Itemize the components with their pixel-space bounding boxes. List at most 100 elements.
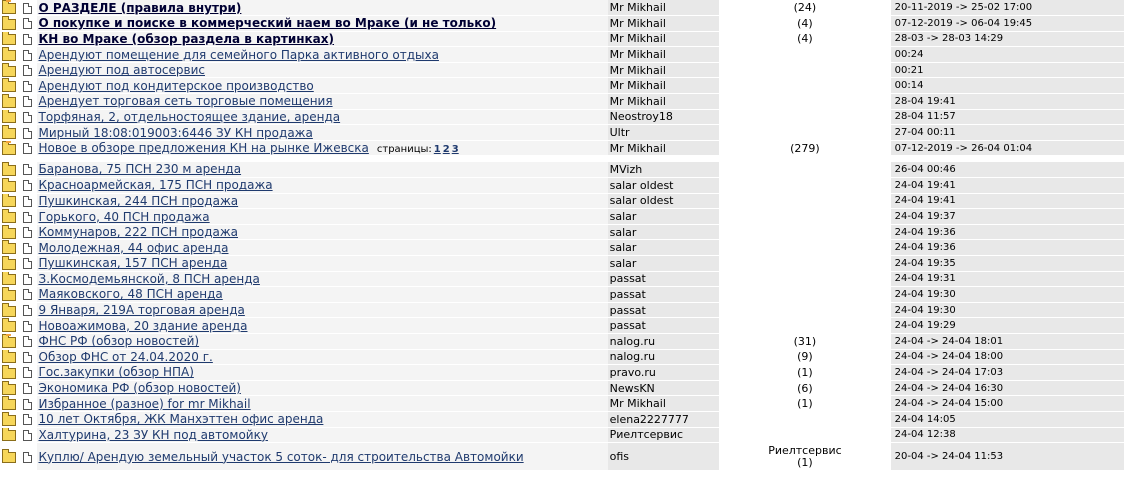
topic-link[interactable]: Арендуют помещение для семейного Парка а… bbox=[39, 48, 439, 62]
page-link[interactable]: 1 bbox=[434, 144, 441, 155]
reply-count-cell: (31) bbox=[719, 333, 891, 350]
topic-link[interactable]: 9 Января, 219А торговая аренда bbox=[39, 303, 245, 317]
topic-link[interactable]: О РАЗДЕЛЕ (правила внутри) bbox=[39, 1, 242, 15]
topic-link[interactable]: Обзор ФНС от 24.04.2020 г. bbox=[39, 350, 213, 364]
title-cell: Куплю/ Арендую земельный участок 5 соток… bbox=[36, 442, 608, 472]
topic-link[interactable]: Маяковского, 48 ПСН аренда bbox=[39, 287, 223, 301]
document-icon[interactable] bbox=[22, 80, 32, 92]
topic-row: Пушкинская, 244 ПСН продажа salar oldest 2… bbox=[0, 193, 1124, 210]
topic-link[interactable]: Халтурина, 23 ЗУ КН под автомойку bbox=[39, 428, 268, 442]
author-cell: salar bbox=[607, 208, 720, 225]
document-icon[interactable] bbox=[22, 273, 32, 285]
document-icon[interactable] bbox=[22, 242, 32, 254]
topic-link[interactable]: Новоажимова, 20 здание аренда bbox=[39, 319, 248, 333]
folder-icon bbox=[2, 349, 17, 364]
title-cell: Пушкинская, 244 ПСН продажа bbox=[36, 193, 608, 210]
document-icon[interactable] bbox=[22, 429, 32, 441]
folder-icon bbox=[2, 286, 17, 301]
topic-link[interactable]: Горького, 40 ПСН продажа bbox=[39, 210, 210, 224]
document-icon[interactable] bbox=[22, 367, 32, 379]
folder-icon bbox=[2, 78, 17, 93]
document-icon[interactable] bbox=[22, 383, 32, 395]
page-link[interactable]: 2 bbox=[443, 144, 450, 155]
document-icon[interactable] bbox=[22, 305, 32, 317]
doc-cell bbox=[18, 395, 37, 412]
document-icon[interactable] bbox=[22, 2, 32, 14]
topic-link[interactable]: Баранова, 75 ПСН 230 м аренда bbox=[39, 162, 242, 176]
reply-count-cell bbox=[719, 224, 891, 241]
title-cell: Халтурина, 23 ЗУ КН под автомойку bbox=[36, 427, 608, 444]
topic-link[interactable]: Молодежная, 44 офис аренда bbox=[39, 241, 229, 255]
topic-link[interactable]: Арендуют под кондитерское производство bbox=[39, 79, 314, 93]
page-link[interactable]: 3 bbox=[452, 144, 459, 155]
document-icon[interactable] bbox=[22, 289, 32, 301]
author-cell: pravo.ru bbox=[607, 364, 720, 381]
topic-link[interactable]: Пушкинская, 244 ПСН продажа bbox=[39, 194, 239, 208]
folder-cell bbox=[0, 442, 19, 472]
document-icon[interactable] bbox=[22, 451, 32, 463]
document-icon[interactable] bbox=[22, 195, 32, 207]
document-icon[interactable] bbox=[22, 65, 32, 77]
title-cell: Торфяная, 2, отдельностоящее здание, аре… bbox=[36, 109, 608, 126]
topic-link[interactable]: Коммунаров, 222 ПСН продажа bbox=[39, 225, 239, 239]
reply-count-cell: (1) bbox=[719, 395, 891, 412]
topic-row: Халтурина, 23 ЗУ КН под автомойку Риелтсе… bbox=[0, 427, 1124, 444]
topic-link[interactable]: Торфяная, 2, отдельностоящее здание, аре… bbox=[39, 110, 341, 124]
document-icon[interactable] bbox=[22, 351, 32, 363]
document-icon[interactable] bbox=[22, 320, 32, 332]
topic-row: Обзор ФНС от 24.04.2020 г. nalog.ru (9) 24-… bbox=[0, 349, 1124, 366]
doc-cell bbox=[18, 177, 37, 194]
author-cell: passat bbox=[607, 286, 720, 303]
document-icon[interactable] bbox=[22, 211, 32, 223]
reply-count-cell: (4) bbox=[719, 15, 891, 32]
topic-link[interactable]: 10 лет Октября, ЖК Манхэттен офис аренда bbox=[39, 412, 324, 426]
topic-link[interactable]: КН во Мраке (обзор раздела в картинках) bbox=[39, 32, 335, 46]
document-icon[interactable] bbox=[22, 398, 32, 410]
reply-count-cell bbox=[719, 286, 891, 303]
document-icon[interactable] bbox=[22, 143, 32, 155]
document-icon[interactable] bbox=[22, 33, 32, 45]
title-cell: Обзор ФНС от 24.04.2020 г. bbox=[36, 349, 608, 366]
topic-link[interactable]: О покупке и поиске в коммерческий наем в… bbox=[39, 16, 497, 30]
reply-count-cell: (279) bbox=[719, 140, 891, 157]
doc-cell bbox=[18, 271, 37, 288]
document-icon[interactable] bbox=[22, 180, 32, 192]
folder-cell bbox=[0, 140, 19, 157]
document-icon[interactable] bbox=[22, 127, 32, 139]
topic-link[interactable]: Мирный 18:08:019003:6446 ЗУ КН продажа bbox=[39, 126, 313, 140]
document-icon[interactable] bbox=[22, 49, 32, 61]
doc-cell bbox=[18, 364, 37, 381]
topic-link[interactable]: Красноармейская, 175 ПСН продажа bbox=[39, 178, 273, 192]
topic-link[interactable]: Пушкинская, 157 ПСН аренда bbox=[39, 256, 228, 270]
title-cell: Пушкинская, 157 ПСН аренда bbox=[36, 255, 608, 272]
folder-icon bbox=[2, 193, 17, 208]
reply-count-cell bbox=[719, 109, 891, 126]
title-cell: Новоажимова, 20 здание аренда bbox=[36, 317, 608, 334]
author-cell: Mr Mikhail bbox=[607, 77, 720, 95]
topic-link[interactable]: Арендуют под автосервис bbox=[39, 63, 205, 77]
topic-link[interactable]: Куплю/ Арендую земельный участок 5 соток… bbox=[39, 450, 524, 464]
folder-icon bbox=[2, 161, 17, 176]
topic-link[interactable]: З.Космодемьянской, 8 ПСН аренда bbox=[39, 272, 260, 286]
topic-link[interactable]: Экономика РФ (обзор новостей) bbox=[39, 381, 241, 395]
hot-folder-icon bbox=[2, 140, 17, 155]
document-icon[interactable] bbox=[22, 227, 32, 239]
document-icon[interactable] bbox=[22, 111, 32, 123]
topic-link[interactable]: Гос.закупки (обзор НПА) bbox=[39, 365, 194, 379]
doc-cell bbox=[18, 62, 37, 79]
document-icon[interactable] bbox=[22, 164, 32, 176]
date-cell: 24-04 -> 24-04 18:01 bbox=[890, 333, 1124, 350]
folder-icon bbox=[2, 47, 17, 62]
topic-link[interactable]: Новое в обзоре предложения КН на рынке И… bbox=[39, 141, 369, 155]
document-icon[interactable] bbox=[22, 96, 32, 108]
document-icon[interactable] bbox=[22, 414, 32, 426]
document-icon[interactable] bbox=[22, 18, 32, 30]
document-icon[interactable] bbox=[22, 336, 32, 348]
reply-count-cell bbox=[719, 161, 891, 179]
folder-cell bbox=[0, 193, 19, 210]
title-cell: КН во Мраке (обзор раздела в картинках) bbox=[36, 31, 608, 48]
topic-link[interactable]: ФНС РФ (обзор новостей) bbox=[39, 334, 200, 348]
topic-link[interactable]: Арендует торговая сеть торговые помещени… bbox=[39, 94, 333, 108]
document-icon[interactable] bbox=[22, 258, 32, 270]
topic-link[interactable]: Избранное (разное) for mr Mikhail bbox=[39, 397, 251, 411]
